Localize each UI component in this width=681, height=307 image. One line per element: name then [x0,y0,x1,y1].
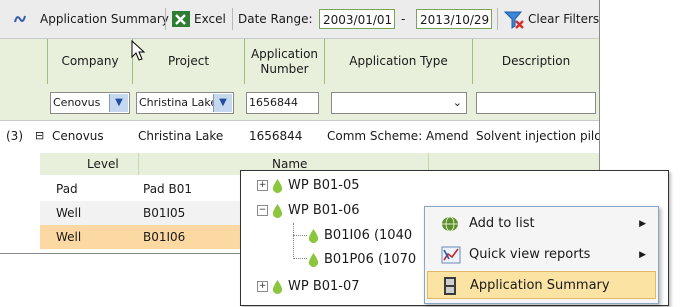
column-application-number[interactable]: Application Number [245,39,325,84]
leaf-icon [272,279,283,294]
project-filter-select[interactable]: Christina Lake ▼ [136,92,234,114]
subgrid-row-level: Pad [56,182,78,196]
tree-node-label: WP B01-06 [288,203,360,218]
date-separator: - [401,12,406,26]
film-icon [444,277,456,295]
submenu-arrow-icon: ▶ [639,219,646,229]
application-summary-button[interactable]: Application Summary [40,8,169,30]
tree-connector [293,235,307,236]
tree-node-label: WP B01-05 [288,178,360,193]
column-company[interactable]: Company [48,39,133,84]
mouse-cursor-icon [131,40,146,61]
tree-node[interactable]: + WP B01-07 [257,277,360,297]
subgrid-divider [138,153,139,175]
row-company: Cenovus [52,129,104,143]
tree-node[interactable]: + WP B01-05 [257,176,360,196]
company-filter-value: Cenovus [53,96,101,109]
subgrid-row-name: Pad B01 [143,182,192,196]
toolbar-divider [165,8,166,30]
tree-node[interactable]: − WP B01-06 [257,201,360,221]
menu-item-label: Application Summary [470,278,610,293]
application-type-filter-select[interactable]: ⌄ [331,92,467,114]
expand-icon[interactable]: + [257,281,268,292]
group-count: (3) [6,129,23,143]
row-application-type: Comm Scheme: Amend [327,129,469,143]
tree-node-label: WP B01-07 [288,279,360,294]
subgrid-row-level: Well [56,230,82,244]
subgrid-row-name: B01I05 [143,206,186,220]
date-range-label: Date Range: [238,12,313,26]
clear-filters-button[interactable]: Clear Filters [528,8,599,30]
tree-leaf-label: B01I06 (1040 [324,228,413,243]
clear-filters-icon[interactable] [503,8,525,30]
menu-item-quick-view-reports[interactable]: Quick view reports ▶ [427,241,656,269]
leaf-icon [308,252,319,267]
menu-item-label: Quick view reports [469,247,591,262]
chevron-down-icon[interactable]: ▼ [213,94,232,112]
leaf-icon [272,178,283,193]
expand-icon[interactable]: + [257,180,268,191]
column-description[interactable]: Description [473,39,599,84]
row-collapse-icon[interactable]: ⊟ [35,127,44,145]
submenu-arrow-icon: ▶ [639,250,646,260]
tree-connector [293,223,295,257]
subgrid-row-name: B01I06 [143,230,186,244]
tree-leaf[interactable]: B01P06 (1070 [307,250,416,270]
date-to-input[interactable]: 2013/10/29 [416,9,492,29]
application-number-filter[interactable]: 1656844 [246,92,319,114]
chevron-down-icon[interactable]: ⌄ [453,93,462,113]
excel-icon[interactable] [171,8,191,30]
context-menu: Add to list ▶ Quick view reports ▶ Appli… [424,206,659,304]
date-from-input[interactable]: 2003/01/01 [319,9,395,29]
row-project: Christina Lake [138,129,224,143]
tree-leaf-label: B01P06 (1070 [324,252,417,267]
leaf-icon [308,228,319,243]
toolbar-divider [232,8,233,30]
company-filter-select[interactable]: Cenovus ▼ [50,92,130,114]
menu-item-application-summary[interactable]: Application Summary [427,271,656,299]
chevron-down-icon[interactable]: ▼ [109,94,128,112]
tree-leaf[interactable]: B01I06 (1040 [307,226,412,246]
tree-connector [293,258,307,259]
project-filter-value: Christina Lake [139,96,218,109]
app-summary-icon[interactable] [12,8,28,30]
leaf-icon [272,203,283,218]
collapse-icon[interactable]: − [257,205,268,216]
row-description: Solvent injection pilot [476,129,600,143]
globe-icon [442,216,458,232]
row-application-number: 1656844 [249,129,303,143]
column-project[interactable]: Project [133,39,245,84]
menu-item-label: Add to list [469,216,535,231]
subgrid-column-level[interactable]: Level [87,155,119,173]
column-application-type[interactable]: Application Type [325,39,473,84]
subgrid-row-level: Well [56,206,82,220]
header-spacer [0,39,48,84]
toolbar-divider [497,8,498,30]
chart-icon [441,246,461,264]
menu-item-add-to-list[interactable]: Add to list ▶ [427,210,656,238]
description-filter[interactable] [476,92,596,114]
excel-button[interactable]: Excel [194,8,226,30]
